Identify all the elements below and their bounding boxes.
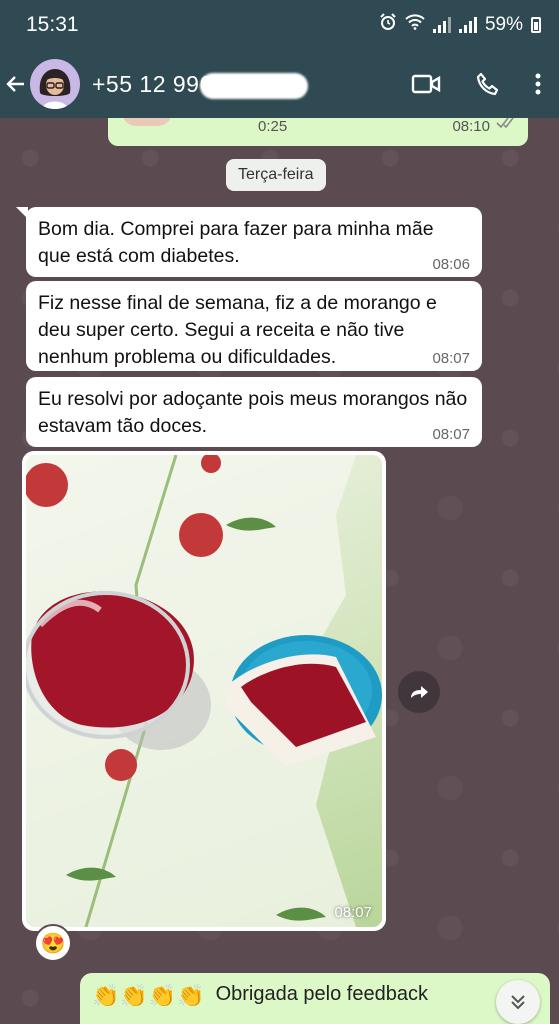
double-check-icon <box>496 118 518 132</box>
jam-photo[interactable]: 08:07 <box>26 455 382 927</box>
message-time: 08:10 <box>452 118 490 135</box>
avatar[interactable] <box>30 59 80 109</box>
photo-message[interactable]: 08:07 <box>22 451 386 931</box>
incoming-message[interactable]: Fiz nesse final de semana, fiz a de mora… <box>26 281 482 371</box>
message-text: Obrigada pelo feedback <box>215 983 428 1005</box>
message-time: 08:07 <box>334 904 372 921</box>
message-text: Eu resolvi por adoçante pois meus morang… <box>38 388 468 437</box>
chat-area[interactable]: 0:25 08:10 Terça-feira Bom dia. Comprei … <box>0 118 559 1024</box>
status-time: 15:31 <box>26 13 79 36</box>
signal-icon <box>432 17 451 33</box>
voice-sender-thumbnail <box>122 118 172 126</box>
contact-name[interactable]: +55 12 996 <box>92 71 411 99</box>
wifi-icon <box>405 14 425 36</box>
message-text: Fiz nesse final de semana, fiz a de mora… <box>38 292 437 368</box>
reaction-emoji[interactable]: 😍 <box>34 924 72 962</box>
outgoing-message[interactable]: 👏👏👏👏 Obrigada pelo feedback <box>80 973 550 1024</box>
chat-header: +55 12 996 <box>0 50 559 118</box>
battery-percent: 59% <box>484 14 523 35</box>
incoming-message[interactable]: Bom dia. Comprei para fazer para minha m… <box>16 207 482 277</box>
voice-message-bubble[interactable]: 0:25 08:10 <box>108 118 528 146</box>
day-separator: Terça-feira <box>226 159 326 191</box>
status-icons: 59% <box>379 13 541 37</box>
voice-duration: 0:25 <box>258 118 288 135</box>
scroll-down-icon[interactable] <box>496 980 540 1024</box>
phone-call-icon[interactable] <box>475 71 501 97</box>
clapping-emojis: 👏👏👏👏 <box>92 983 206 1008</box>
signal-icon-2 <box>458 17 477 33</box>
status-bar: 15:31 59% <box>0 0 559 50</box>
video-call-icon[interactable] <box>411 73 441 95</box>
forward-icon[interactable] <box>398 671 440 713</box>
arrow-left-icon[interactable] <box>2 72 30 96</box>
redaction-mark <box>200 72 308 99</box>
message-time: 08:07 <box>432 426 470 443</box>
alarm-icon <box>379 13 397 37</box>
battery-icon <box>531 17 541 33</box>
message-text: Bom dia. Comprei para fazer para minha m… <box>38 218 434 267</box>
message-time: 08:07 <box>432 350 470 367</box>
message-time: 08:06 <box>432 256 470 273</box>
more-vert-icon[interactable] <box>535 72 541 96</box>
incoming-message[interactable]: Eu resolvi por adoçante pois meus morang… <box>26 377 482 447</box>
